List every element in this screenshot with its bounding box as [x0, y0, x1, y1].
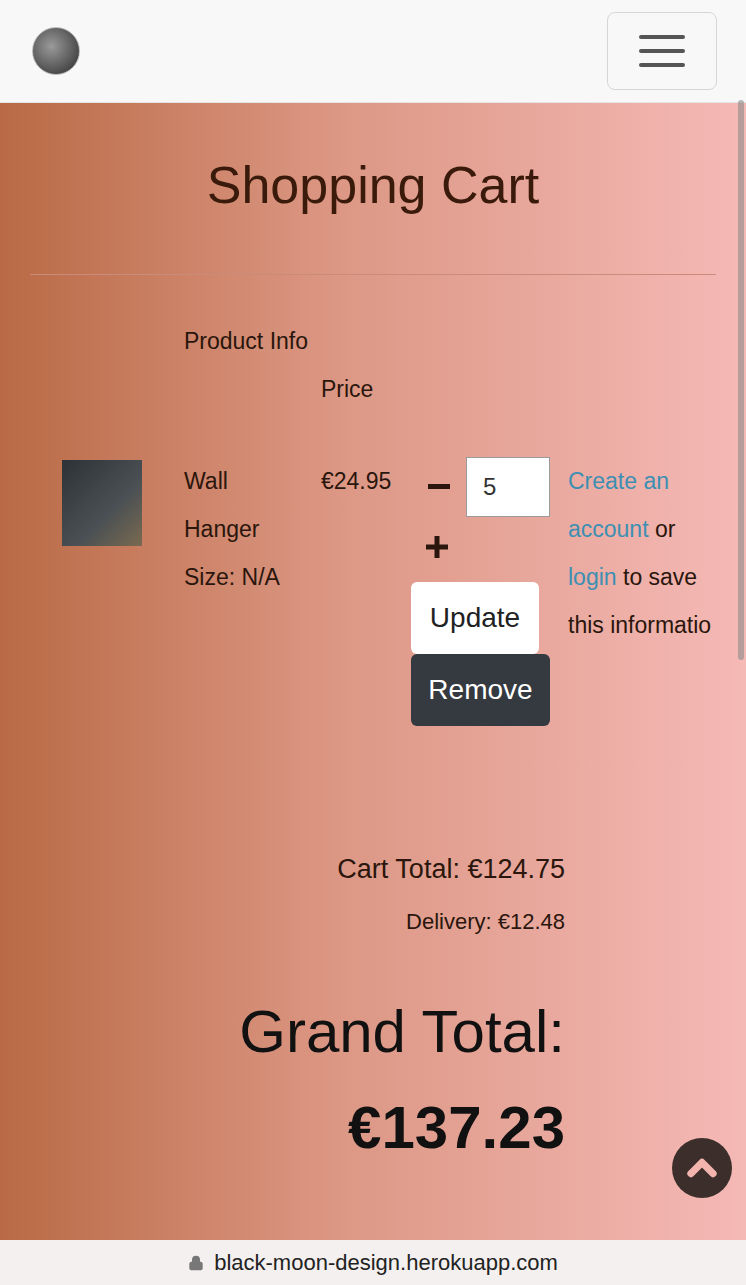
- table-row: Wall HangerSize: N/A€24.95UpdateRemoveCr…: [0, 457, 746, 726]
- quantity-cell: UpdateRemove: [411, 457, 568, 726]
- scroll-top-button[interactable]: [672, 1138, 732, 1198]
- product-name: Wall Hanger: [184, 457, 304, 553]
- scrollbar[interactable]: [738, 100, 744, 660]
- menu-line-icon: [639, 35, 685, 39]
- product-info: Wall HangerSize: N/A: [184, 457, 304, 726]
- remove-button[interactable]: Remove: [411, 654, 550, 726]
- address-bar[interactable]: black-moon-design.herokuapp.com: [0, 1240, 746, 1285]
- quantity-input[interactable]: [466, 457, 550, 517]
- product-image[interactable]: [62, 460, 142, 546]
- app: Shopping CartProduct InfoPriceWall Hange…: [0, 0, 746, 1285]
- content: Shopping CartProduct InfoPriceWall Hange…: [0, 103, 746, 1240]
- column-header: Product Info: [184, 317, 321, 413]
- create-account-link[interactable]: Create an account: [568, 468, 669, 542]
- navbar: [0, 0, 746, 103]
- grand-total-label: Grand Total:: [239, 984, 565, 1080]
- menu-line-icon: [639, 63, 685, 67]
- menu-line-icon: [639, 49, 685, 53]
- menu-button[interactable]: [607, 12, 717, 90]
- prompt-text: or: [655, 516, 675, 542]
- url: black-moon-design.herokuapp.com: [214, 1246, 558, 1279]
- plus-icon: [426, 536, 448, 558]
- cart-total: Cart Total: €124.75: [337, 844, 565, 894]
- column-header: Price: [321, 317, 421, 413]
- totals: Cart Total: €124.75 Delivery: €12.48 Grand…: [0, 844, 746, 1176]
- save-prompt: Create an account or login to save this …: [568, 457, 718, 726]
- product-price: €24.95: [304, 457, 411, 726]
- page-title: Shopping Cart: [0, 103, 746, 217]
- quantity-row: [411, 457, 568, 517]
- update-button[interactable]: Update: [411, 582, 539, 654]
- delivery-cost: Delivery: €12.48: [406, 902, 565, 942]
- grand-total: €137.23: [348, 1080, 565, 1176]
- divider: [30, 274, 716, 275]
- minus-icon: [428, 484, 450, 490]
- lock-icon: [188, 1255, 204, 1271]
- login-link[interactable]: login: [568, 564, 617, 590]
- table-header: Product InfoPrice: [0, 317, 746, 413]
- chevron-up-icon: [680, 1146, 724, 1190]
- decrement-button[interactable]: [411, 457, 466, 517]
- product-size: Size: N/A: [184, 553, 304, 601]
- logo-icon[interactable]: [32, 27, 80, 75]
- increment-button[interactable]: [411, 517, 463, 577]
